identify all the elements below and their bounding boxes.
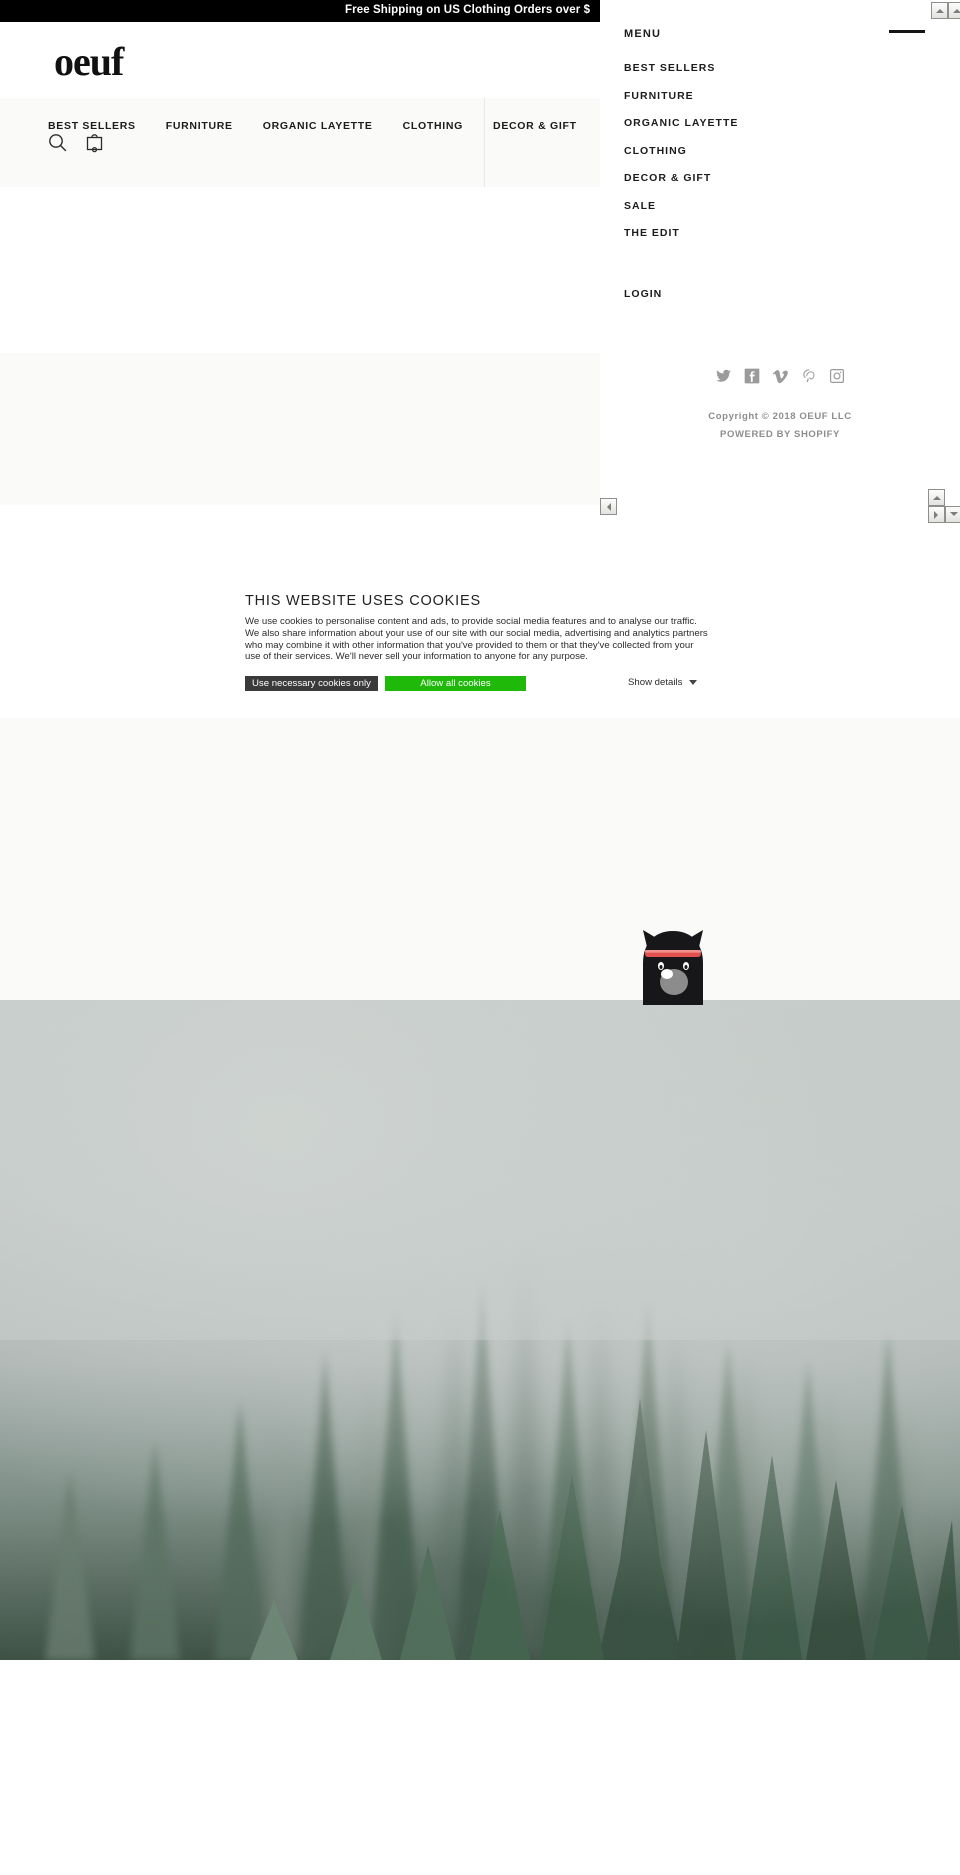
twitter-icon[interactable] xyxy=(715,368,732,384)
page-root: Free Shipping on US Clothing Orders over… xyxy=(0,0,960,1875)
pinterest-icon[interactable] xyxy=(801,368,817,384)
scroll-up-arrow-alt[interactable] xyxy=(948,2,960,19)
show-details-toggle[interactable]: Show details xyxy=(628,677,698,689)
content-panel-lower xyxy=(0,718,960,1000)
cookie-banner-body: We use cookies to personalise content an… xyxy=(245,616,708,663)
menu-link-sale[interactable]: SALE xyxy=(624,200,924,212)
show-details-label: Show details xyxy=(628,677,683,689)
hero-forest-image xyxy=(0,1000,960,1660)
menu-link-decor-gift[interactable]: DECOR & GIFT xyxy=(624,172,924,184)
menu-link-furniture[interactable]: FURNITURE xyxy=(624,90,924,102)
nav-item-clothing[interactable]: CLOTHING xyxy=(403,120,463,132)
close-menu-icon[interactable] xyxy=(889,30,925,33)
promo-banner: Free Shipping on US Clothing Orders over… xyxy=(0,0,600,22)
facebook-icon[interactable] xyxy=(744,368,760,384)
scroll-up-arrow-2[interactable] xyxy=(928,489,945,506)
site-header: oeuf BEST SELLERS FURNITURE ORGANIC LAYE… xyxy=(0,22,756,187)
cookie-banner-title: THIS WEBSITE USES COOKIES xyxy=(245,593,481,609)
nav-item-best-sellers[interactable]: BEST SELLERS xyxy=(48,120,136,132)
use-necessary-cookies-button[interactable]: Use necessary cookies only xyxy=(245,676,378,692)
menu-footer-credits: Copyright © 2018 OEUF LLC POWERED BY SHO… xyxy=(600,408,960,444)
scroll-left-arrow[interactable] xyxy=(600,498,617,515)
menu-link-organic-layette[interactable]: ORGANIC LAYETTE xyxy=(624,117,924,129)
search-icon[interactable] xyxy=(48,133,67,152)
shopping-bag-icon[interactable] xyxy=(85,132,104,153)
menu-link-login[interactable]: LOGIN xyxy=(624,288,662,300)
scroll-down-arrow[interactable] xyxy=(945,506,960,523)
scroll-right-arrow[interactable] xyxy=(928,506,945,523)
cookie-consent-content: THIS WEBSITE USES COOKIES We use cookies… xyxy=(245,593,715,692)
header-icon-group xyxy=(48,132,104,153)
allow-all-cookies-button[interactable]: Allow all cookies xyxy=(385,676,526,692)
nav-item-decor-gift[interactable]: DECOR & GIFT xyxy=(493,120,577,132)
menu-link-clothing[interactable]: CLOTHING xyxy=(624,145,924,157)
social-links xyxy=(600,368,960,384)
menu-link-list: BEST SELLERS FURNITURE ORGANIC LAYETTE C… xyxy=(624,62,924,255)
bear-mascot-icon xyxy=(630,925,716,1005)
vimeo-icon[interactable] xyxy=(772,368,789,384)
nav-item-organic-layette[interactable]: ORGANIC LAYETTE xyxy=(263,120,373,132)
menu-drawer: MENU BEST SELLERS FURNITURE ORGANIC LAYE… xyxy=(600,0,960,505)
site-logo[interactable]: oeuf xyxy=(54,42,124,82)
content-panel-upper xyxy=(0,353,600,513)
instagram-icon[interactable] xyxy=(829,368,845,384)
menu-link-the-edit[interactable]: THE EDIT xyxy=(624,227,924,239)
menu-link-best-sellers[interactable]: BEST SELLERS xyxy=(624,62,924,74)
scroll-up-arrow[interactable] xyxy=(931,2,948,19)
copyright-text: Copyright © 2018 OEUF LLC xyxy=(708,411,852,422)
menu-heading: MENU xyxy=(624,28,662,40)
chevron-down-icon xyxy=(689,680,698,686)
nav-item-furniture[interactable]: FURNITURE xyxy=(166,120,233,132)
promo-banner-text: Free Shipping on US Clothing Orders over… xyxy=(345,4,591,16)
cookie-consent-banner: THIS WEBSITE USES COOKIES We use cookies… xyxy=(0,505,960,718)
powered-by-shopify-link[interactable]: POWERED BY SHOPIFY xyxy=(600,426,960,444)
cookie-banner-actions: Use necessary cookies only Allow all coo… xyxy=(245,676,715,692)
